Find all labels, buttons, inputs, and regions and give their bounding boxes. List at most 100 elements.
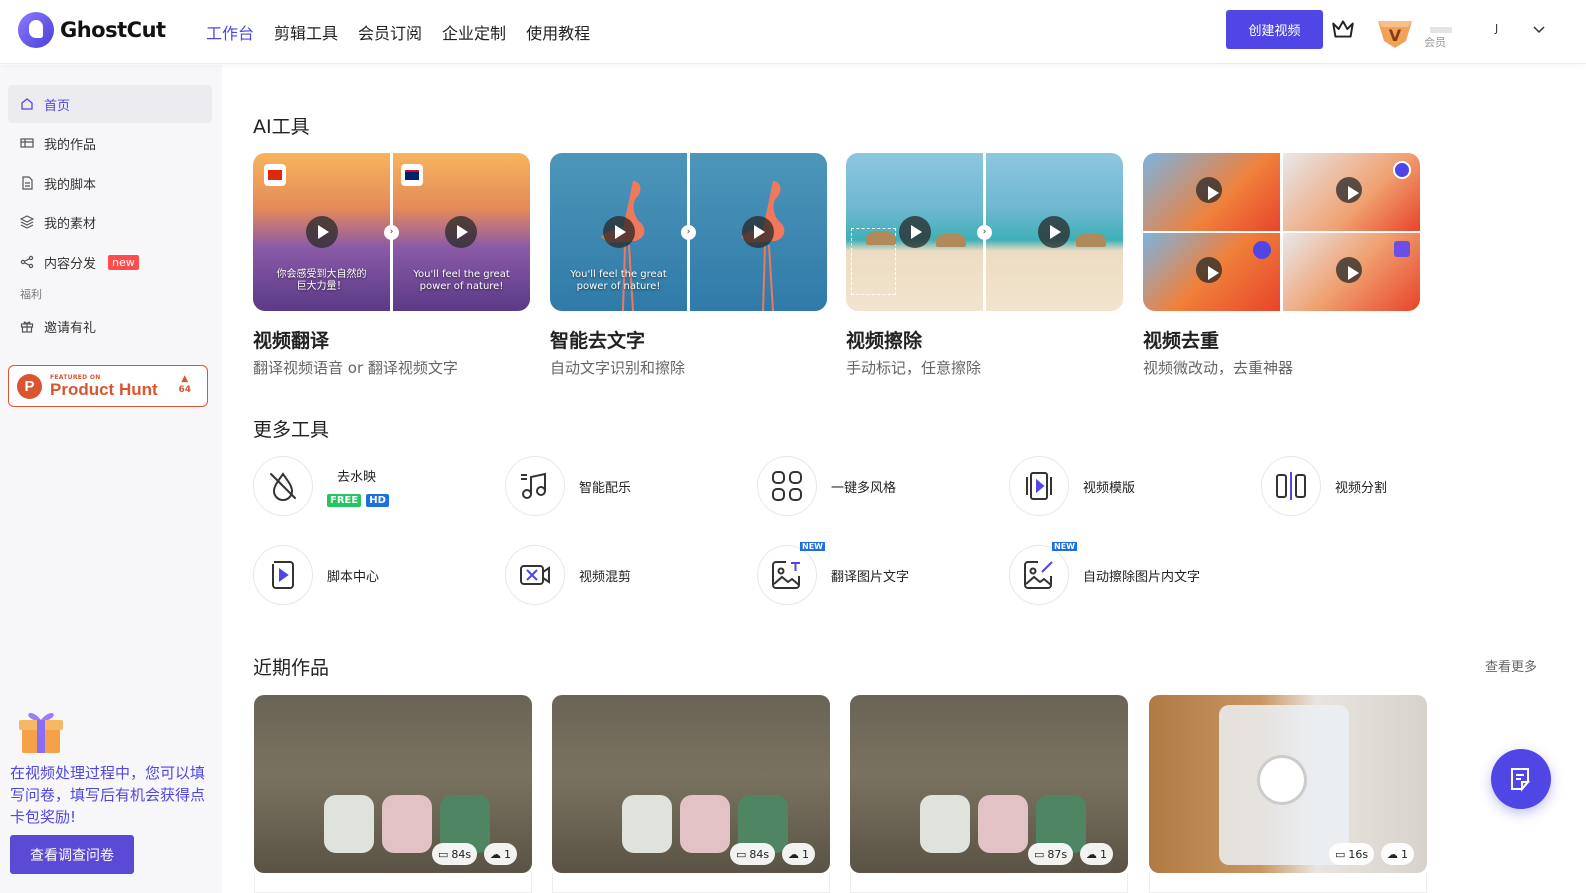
view-survey-button[interactable]: 查看调查问卷 (10, 835, 134, 874)
chevron-down-icon[interactable] (1532, 22, 1546, 36)
tool-remove-watermark[interactable]: 去水映 FREE HD (253, 456, 389, 516)
ai-card-desc: 视频微改动，去重神器 (1143, 359, 1294, 377)
ghostcut-logo-icon (18, 12, 54, 48)
script-center-icon (272, 561, 294, 589)
tool-label: 一键多风格 (831, 480, 897, 496)
create-video-button[interactable]: 创建视频 (1226, 10, 1323, 49)
ai-card-video-dedupe[interactable] (1143, 153, 1420, 311)
new-badge: new (108, 254, 139, 270)
svg-text:V: V (1389, 26, 1402, 45)
tool-script-center[interactable]: 脚本中心 (253, 545, 379, 605)
play-icon[interactable] (1196, 177, 1222, 203)
mask-icon (1394, 241, 1410, 257)
sidebar-item-invite[interactable]: 邀请有礼 (8, 307, 212, 345)
sidebar-item-label: 我的脚本 (44, 177, 97, 193)
tool-image-translate[interactable]: NEW 翻译图片文字 (757, 542, 909, 605)
lightning-icon (1253, 241, 1271, 259)
sidebar-item-label: 我的素材 (44, 216, 97, 232)
play-icon[interactable] (1336, 177, 1362, 203)
sidebar-item-label: 我的作品 (44, 137, 97, 153)
nav-workbench[interactable]: 工作台 (206, 20, 254, 44)
see-more-link[interactable]: 查看更多 (1485, 656, 1537, 675)
sidebar-item-home[interactable]: 首页 (8, 85, 212, 123)
logo-text: GhostCut (60, 18, 166, 42)
no-watermark-icon (270, 472, 296, 501)
recent-work-card[interactable]: ▭ 87s ☁ 1 (850, 695, 1128, 873)
share-icon (20, 255, 34, 269)
caption-zh: 你会感受到大自然的 巨大力量！ (276, 269, 367, 292)
nav-edit-tools[interactable]: 剪辑工具 (274, 20, 338, 44)
works-icon (20, 138, 34, 148)
play-icon[interactable] (1038, 216, 1070, 248)
duration-badge: ▭ 84s (730, 843, 776, 865)
recent-works-title: 近期作品 (253, 657, 330, 679)
sidebar-item-materials[interactable]: 我的素材 (8, 203, 212, 241)
feedback-button[interactable] (1491, 749, 1551, 809)
tool-video-mix[interactable]: 视频混剪 (505, 545, 631, 605)
sidebar-item-scripts[interactable]: 我的脚本 (8, 164, 212, 202)
user-name[interactable]: J (1495, 22, 1498, 35)
layers-icon (20, 215, 34, 229)
export-count-badge: ☁ 1 (484, 843, 517, 865)
ai-card-desc: 自动文字识别和擦除 (550, 359, 686, 377)
crown-icon[interactable] (1330, 16, 1356, 42)
free-badge: FREE (327, 493, 362, 507)
tool-video-split[interactable]: 视频分割 (1261, 456, 1387, 516)
ai-card-remove-text[interactable]: › You'll feel the great power of nature! (550, 153, 827, 311)
recent-work-card[interactable]: ▭ 84s ☁ 1 (254, 695, 532, 873)
split-icon (1276, 472, 1306, 500)
chevron-right-icon: › (977, 225, 992, 240)
sidebar: 首页 我的作品 我的脚本 我的素材 内容分发 new 福利 邀请有礼 P FEA… (0, 65, 222, 893)
tool-label: 自动擦除图片内文字 (1083, 569, 1201, 585)
recent-work-card[interactable]: ▭ 84s ☁ 1 (552, 695, 830, 873)
survey-promo-text: 在视频处理过程中，您可以填写问卷，填写后有机会获得点卡包奖励! (10, 764, 206, 826)
tool-image-erase[interactable]: NEW 自动擦除图片内文字 (1009, 542, 1201, 605)
export-count-badge: ☁ 1 (1381, 843, 1414, 865)
ai-card-video-erase[interactable]: › (846, 153, 1123, 311)
sidebar-item-label: 首页 (44, 98, 71, 114)
caption-en: You'll feel the great power of nature! (413, 269, 510, 292)
sidebar-item-works[interactable]: 我的作品 (8, 124, 212, 162)
tool-label: 脚本中心 (327, 569, 380, 585)
chevron-right-icon: › (681, 225, 696, 240)
script-icon (22, 176, 33, 190)
tool-label: 视频分割 (1335, 480, 1388, 496)
ai-card-video-translate[interactable]: › 你会感受到大自然的 巨大力量！ You'll feel the great … (253, 153, 530, 311)
sidebar-item-label: 邀请有礼 (44, 320, 97, 336)
sidebar-item-distribution[interactable]: 内容分发 new (8, 243, 212, 281)
ph-votes: ▲ 64 (178, 374, 191, 395)
gift-icon (20, 321, 34, 333)
play-icon[interactable] (603, 216, 635, 248)
product-hunt-icon: P (17, 373, 42, 399)
image-translate-icon (772, 561, 800, 589)
nav-tutorial[interactable]: 使用教程 (526, 20, 590, 44)
tool-video-template[interactable]: 视频模版 (1009, 456, 1135, 516)
play-icon[interactable] (1336, 257, 1362, 283)
chevron-right-icon: › (384, 225, 399, 240)
ph-name: Product Hunt (50, 379, 158, 399)
tool-multi-style[interactable]: 一键多风格 (757, 456, 896, 516)
vip-progress (1430, 27, 1452, 33)
umbrella-icon (936, 233, 966, 247)
logo[interactable]: GhostCut (18, 12, 166, 48)
more-tools-title: 更多工具 (253, 419, 330, 441)
play-icon[interactable] (1196, 257, 1222, 283)
grid-icon (772, 471, 802, 501)
play-icon[interactable] (306, 216, 338, 248)
nav-membership[interactable]: 会员订阅 (358, 20, 422, 44)
play-icon[interactable] (742, 216, 774, 248)
product-hunt-badge[interactable]: P FEATURED ON Product Hunt ▲ 64 (8, 365, 208, 407)
ai-card-desc: 手动标记，任意擦除 (846, 359, 982, 377)
duration-badge: ▭ 87s (1028, 843, 1074, 865)
tool-smart-music[interactable]: 智能配乐 (505, 456, 631, 516)
nav-enterprise[interactable]: 企业定制 (442, 20, 506, 44)
play-icon[interactable] (445, 216, 477, 248)
recent-work-card[interactable]: ▭ 16s ☁ 1 (1149, 695, 1427, 873)
duration-badge: ▭ 84s (432, 843, 478, 865)
ai-card-title: 视频翻译 (253, 330, 330, 352)
play-icon[interactable] (899, 216, 931, 248)
vip-badge-icon: V (1378, 21, 1412, 48)
new-badge: NEW (800, 542, 825, 551)
vip-label: 会员 (1424, 36, 1446, 49)
video-template-icon (1026, 472, 1052, 500)
